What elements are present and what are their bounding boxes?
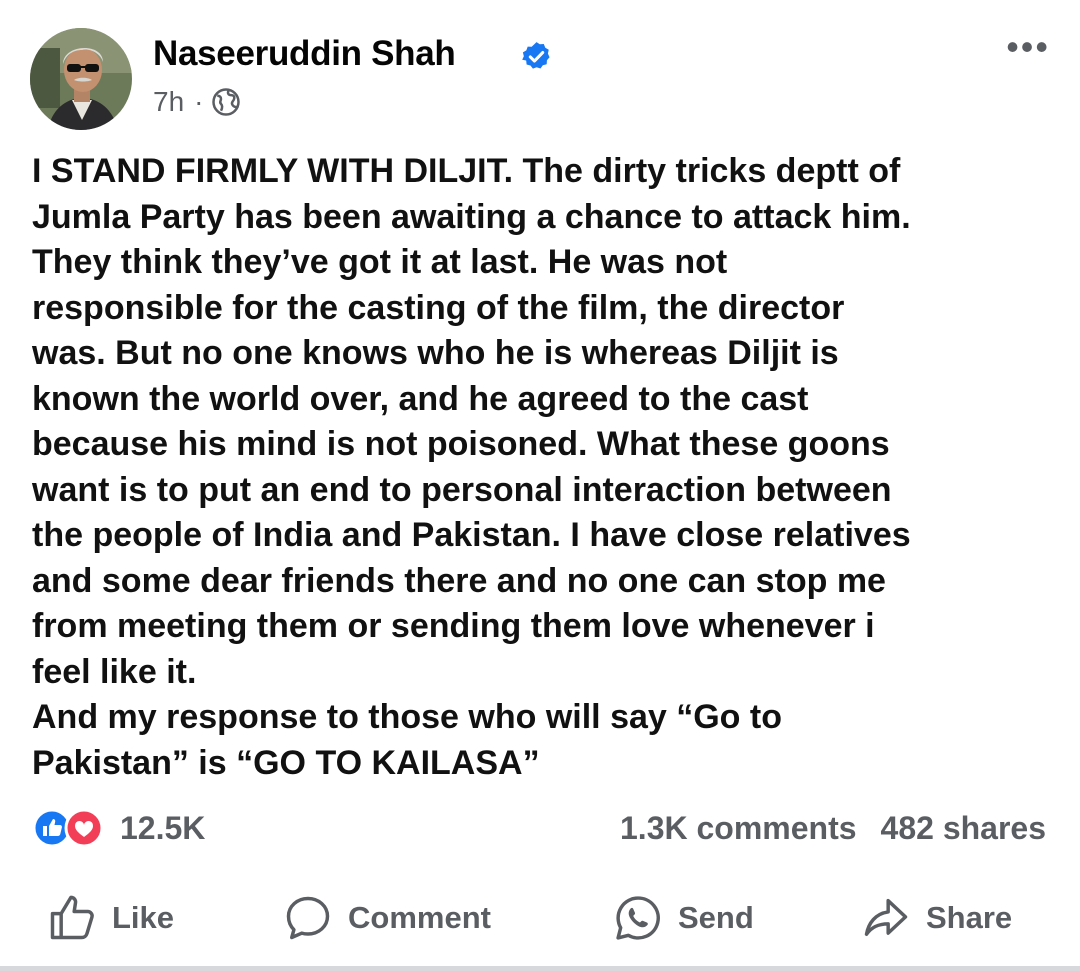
post-time[interactable]: 7h <box>153 86 184 118</box>
post-text-line: because his mind is not poisoned. What t… <box>32 425 890 463</box>
avatar[interactable] <box>30 28 132 130</box>
send-label: Send <box>678 900 754 935</box>
post-text-line: want is to put an end to personal intera… <box>32 470 892 509</box>
verified-badge-icon <box>520 40 553 73</box>
author-name[interactable]: Naseeruddin Shah <box>153 34 456 74</box>
like-label: Like <box>112 900 175 935</box>
post-text-line: feel like it. <box>32 652 197 691</box>
post-text-line: was. But no one knows who he is whereas … <box>32 334 839 372</box>
share-button[interactable]: Share <box>860 888 1012 948</box>
engagement-stats: 1.3K comments 482 shares <box>620 806 1046 850</box>
love-icon <box>64 808 104 848</box>
divider <box>0 966 1080 971</box>
post-text-line: and some dear friends there and no one c… <box>32 561 886 600</box>
reaction-icons <box>32 808 108 848</box>
like-button[interactable]: Like <box>46 888 174 948</box>
globe-icon <box>212 88 241 116</box>
share-label: Share <box>926 900 1013 935</box>
comment-bubble-icon <box>286 896 330 940</box>
post-text-line: And my response to those who will say “G… <box>32 698 782 736</box>
post-text-line: from meeting them or sending them love w… <box>32 607 875 645</box>
send-button[interactable]: Send <box>612 888 754 948</box>
more-options-icon[interactable]: ••• <box>1006 29 1050 65</box>
post-text-line: Pakistan” is “GO TO KAILASA” <box>32 743 540 782</box>
post-text-line: known the world over, and he agreed to t… <box>32 379 809 418</box>
post-text-line: Jumla Party has been awaiting a chance t… <box>32 197 911 236</box>
post-text-line: the people of India and Pakistan. I have… <box>32 516 911 554</box>
action-bar: Like Comment Send Share <box>0 888 1080 948</box>
share-arrow-icon <box>864 898 908 936</box>
shares-count[interactable]: 482 shares <box>881 810 1046 847</box>
meta-separator: · <box>194 86 204 117</box>
reactions-summary[interactable]: 12.5K <box>32 806 205 850</box>
whatsapp-icon <box>616 896 660 940</box>
post-text-line: responsible for the casting of the film,… <box>32 288 845 327</box>
post-meta: 7h · <box>153 86 241 118</box>
reaction-count: 12.5K <box>120 809 206 846</box>
comments-count[interactable]: 1.3K comments <box>620 810 857 847</box>
post-text-line: I STAND FIRMLY WITH DILJIT. The dirty tr… <box>32 152 901 190</box>
comment-label: Comment <box>348 900 491 935</box>
post-body: I STAND FIRMLY WITH DILJIT. The dirty tr… <box>32 149 1042 786</box>
facebook-post: Naseeruddin Shah 7h · ••• I STAND FIRMLY… <box>0 0 1080 971</box>
thumbs-up-icon <box>50 895 94 940</box>
post-text-line: They think they’ve got it at last. He wa… <box>32 243 728 281</box>
comment-button[interactable]: Comment <box>282 888 491 948</box>
